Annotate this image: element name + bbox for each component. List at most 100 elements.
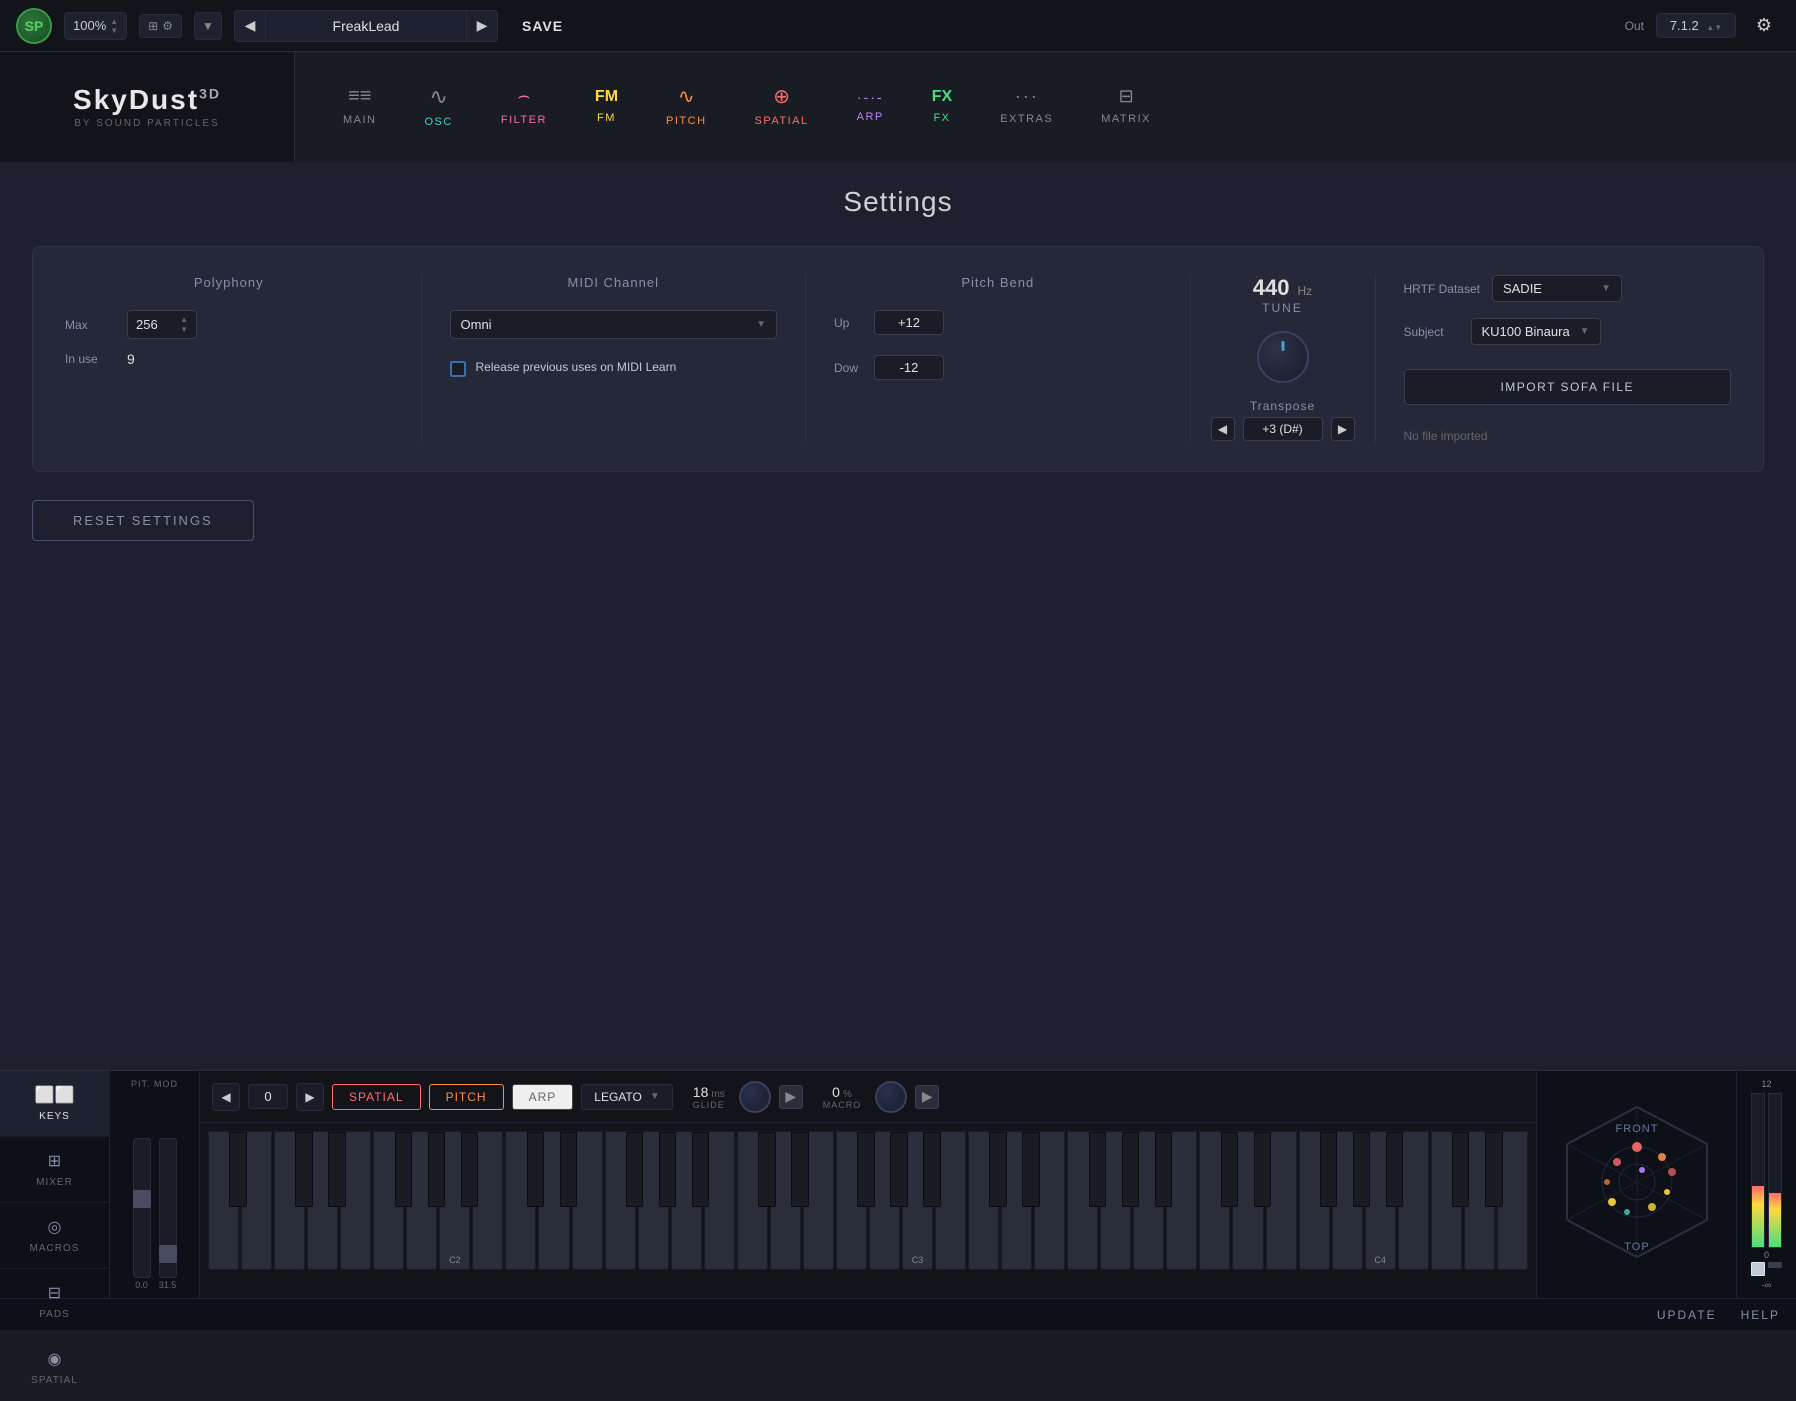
key-black[interactable]: [1122, 1132, 1139, 1207]
key-black[interactable]: [626, 1132, 643, 1207]
key-black[interactable]: [791, 1132, 808, 1207]
polyphony-max-input[interactable]: 256 ▲ ▼: [127, 310, 197, 339]
update-button[interactable]: UPDATE: [1657, 1308, 1717, 1322]
help-button[interactable]: HELP: [1741, 1308, 1780, 1322]
keyboard-prev-btn[interactable]: ◀: [212, 1083, 240, 1111]
tab-arp[interactable]: ·-·- ARP: [833, 52, 908, 162]
glide-label: GLIDE: [693, 1100, 725, 1110]
key-black[interactable]: [890, 1132, 907, 1207]
midi-channel-select[interactable]: Omni ▼: [450, 310, 778, 339]
tab-extras[interactable]: ··· EXTRAS: [976, 52, 1077, 162]
view-toggle[interactable]: ⊞ ⚙: [139, 14, 182, 38]
tab-filter[interactable]: ⌢ FILTER: [477, 52, 571, 162]
macro-value: 0: [832, 1084, 840, 1100]
key-black[interactable]: [428, 1132, 445, 1207]
glide-knob[interactable]: [739, 1081, 771, 1113]
glide-arrow-btn[interactable]: ▶: [779, 1085, 803, 1109]
zoom-arrows[interactable]: ▲▼: [110, 17, 118, 35]
spatial-mode-btn[interactable]: SPATIAL: [332, 1084, 421, 1110]
key-black[interactable]: [461, 1132, 478, 1207]
key-black[interactable]: [328, 1132, 345, 1207]
arp-mode-btn[interactable]: ARP: [512, 1084, 574, 1110]
key-black[interactable]: [527, 1132, 544, 1207]
pit-slider-value: 0.0: [135, 1280, 148, 1290]
key-white[interactable]: [274, 1131, 305, 1270]
key-black[interactable]: [560, 1132, 577, 1207]
tab-main[interactable]: ≡≡ MAIN: [319, 52, 401, 162]
macro-label: MACRO: [823, 1100, 862, 1110]
dropdown-btn[interactable]: ▼: [194, 12, 222, 40]
key-white[interactable]: [605, 1131, 636, 1270]
key-white[interactable]: [505, 1131, 536, 1270]
key-black[interactable]: [923, 1132, 940, 1207]
tab-spatial[interactable]: ⊕ SPATIAL: [731, 52, 833, 162]
key-black[interactable]: [1022, 1132, 1039, 1207]
key-black[interactable]: [1155, 1132, 1172, 1207]
tab-arp-label: ARP: [857, 111, 884, 123]
save-button[interactable]: SAVE: [510, 14, 575, 38]
pit-mod-label: PIT. MOD: [118, 1079, 191, 1089]
key-white[interactable]: [836, 1131, 867, 1270]
hrtf-subject-select[interactable]: KU100 Binaura ▼: [1471, 318, 1601, 345]
sidebar-item-mixer[interactable]: ⊞ MIXER: [0, 1137, 109, 1203]
out-value[interactable]: 7.1.2 ▲▼: [1656, 13, 1736, 38]
polyphony-arrows[interactable]: ▲ ▼: [180, 315, 188, 334]
key-white[interactable]: [208, 1131, 239, 1270]
midi-learn-checkbox[interactable]: [450, 361, 466, 377]
key-white[interactable]: [373, 1131, 404, 1270]
key-black[interactable]: [395, 1132, 412, 1207]
gear-button[interactable]: ⚙: [1748, 10, 1780, 42]
key-black[interactable]: [692, 1132, 709, 1207]
reset-settings-button[interactable]: RESET SETTINGS: [32, 500, 254, 541]
tune-knob[interactable]: [1257, 331, 1309, 383]
key-black[interactable]: [1452, 1132, 1469, 1207]
transpose-next-btn[interactable]: ▶: [1331, 417, 1355, 441]
sidebar-item-macros[interactable]: ◎ MACROS: [0, 1203, 109, 1269]
tab-fx[interactable]: FX FX: [908, 52, 976, 162]
key-black[interactable]: [229, 1132, 246, 1207]
key-black[interactable]: [1485, 1132, 1502, 1207]
macro-arrow-btn[interactable]: ▶: [915, 1085, 939, 1109]
key-black[interactable]: [1353, 1132, 1370, 1207]
key-black[interactable]: [295, 1132, 312, 1207]
tab-pitch[interactable]: ∿ PITCH: [642, 52, 731, 162]
key-black[interactable]: [857, 1132, 874, 1207]
key-white[interactable]: [737, 1131, 768, 1270]
zoom-control[interactable]: 100% ▲▼: [64, 12, 127, 40]
meter-fader[interactable]: [1751, 1262, 1765, 1276]
legato-select[interactable]: LEGATO ▼: [581, 1084, 672, 1110]
key-white[interactable]: [1199, 1131, 1230, 1270]
macro-knob[interactable]: [875, 1081, 907, 1113]
transpose-prev-btn[interactable]: ◀: [1211, 417, 1235, 441]
pitch-mode-btn[interactable]: PITCH: [429, 1084, 504, 1110]
key-white[interactable]: [1067, 1131, 1098, 1270]
pitch-bend-down-value[interactable]: -12: [874, 355, 944, 380]
key-black[interactable]: [1254, 1132, 1271, 1207]
key-white[interactable]: [1431, 1131, 1462, 1270]
key-white[interactable]: [968, 1131, 999, 1270]
key-white[interactable]: [1299, 1131, 1330, 1270]
key-black[interactable]: [1386, 1132, 1403, 1207]
hrtf-dataset-select[interactable]: SADIE ▼: [1492, 275, 1622, 302]
tab-fm[interactable]: FM FM: [571, 52, 642, 162]
keyboard-next-btn[interactable]: ▶: [296, 1083, 324, 1111]
pit-slider[interactable]: [133, 1138, 151, 1278]
mod-slider[interactable]: [159, 1138, 177, 1278]
tab-matrix[interactable]: ⊟ MATRIX: [1077, 52, 1175, 162]
key-black[interactable]: [758, 1132, 775, 1207]
key-black[interactable]: [989, 1132, 1006, 1207]
preset-prev-btn[interactable]: ◀: [234, 10, 266, 42]
pitch-bend-up-value[interactable]: +12: [874, 310, 944, 335]
sidebar-item-spatial[interactable]: ◉ SPATIAL: [0, 1335, 109, 1401]
key-black[interactable]: [1320, 1132, 1337, 1207]
tab-osc[interactable]: ∿ OSC: [401, 52, 477, 162]
import-sofa-button[interactable]: IMPORT SOFA FILE: [1404, 369, 1732, 405]
sidebar-item-pads[interactable]: ⊟ PADS: [0, 1269, 109, 1335]
preset-next-btn[interactable]: ▶: [466, 10, 498, 42]
tab-main-label: MAIN: [343, 114, 377, 126]
key-black[interactable]: [1221, 1132, 1238, 1207]
key-black[interactable]: [659, 1132, 676, 1207]
meter-section: 12 0 -∞: [1736, 1071, 1796, 1298]
sidebar-item-keys[interactable]: ⬜⬜ KEYS: [0, 1071, 109, 1137]
key-black[interactable]: [1089, 1132, 1106, 1207]
